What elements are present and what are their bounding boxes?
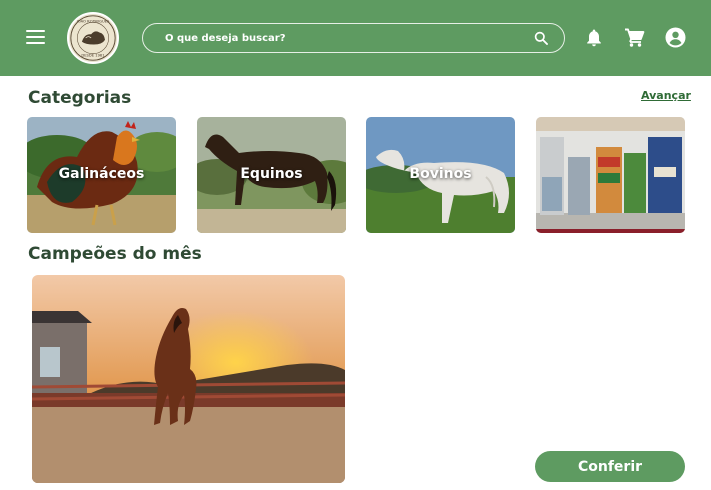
categories-title: Categorias xyxy=(28,88,132,108)
search-bar xyxy=(142,23,565,53)
champion-image xyxy=(32,275,345,483)
conferir-button[interactable]: Conferir xyxy=(535,451,685,482)
logo-text-top: JOÃO RODRIGUES xyxy=(76,18,110,23)
advance-link[interactable]: Avançar xyxy=(641,89,691,102)
store-image xyxy=(536,117,685,233)
brand-logo[interactable]: JOÃO RODRIGUES DESDE 1961 xyxy=(67,12,119,64)
search-icon[interactable] xyxy=(534,31,548,45)
category-label: Galináceos xyxy=(58,166,145,182)
hamburger-menu-icon[interactable] xyxy=(26,30,45,45)
bell-icon[interactable] xyxy=(585,28,603,47)
champion-horse-photo[interactable] xyxy=(32,275,345,483)
category-label: Equinos xyxy=(240,166,303,182)
account-icon[interactable] xyxy=(665,27,686,48)
category-card-bovinos[interactable]: Bovinos xyxy=(366,117,515,233)
search-input[interactable] xyxy=(165,30,525,46)
champions-title: Campeões do mês xyxy=(28,244,202,264)
logo-text-bottom: DESDE 1961 xyxy=(81,53,104,57)
category-label: Bovinos xyxy=(409,166,472,182)
category-card-galinaceos[interactable]: Galináceos xyxy=(27,117,176,233)
top-bar: JOÃO RODRIGUES DESDE 1961 xyxy=(0,0,711,76)
cart-icon[interactable] xyxy=(624,28,645,47)
category-card-equinos[interactable]: Equinos xyxy=(197,117,346,233)
category-card-store[interactable] xyxy=(536,117,685,233)
